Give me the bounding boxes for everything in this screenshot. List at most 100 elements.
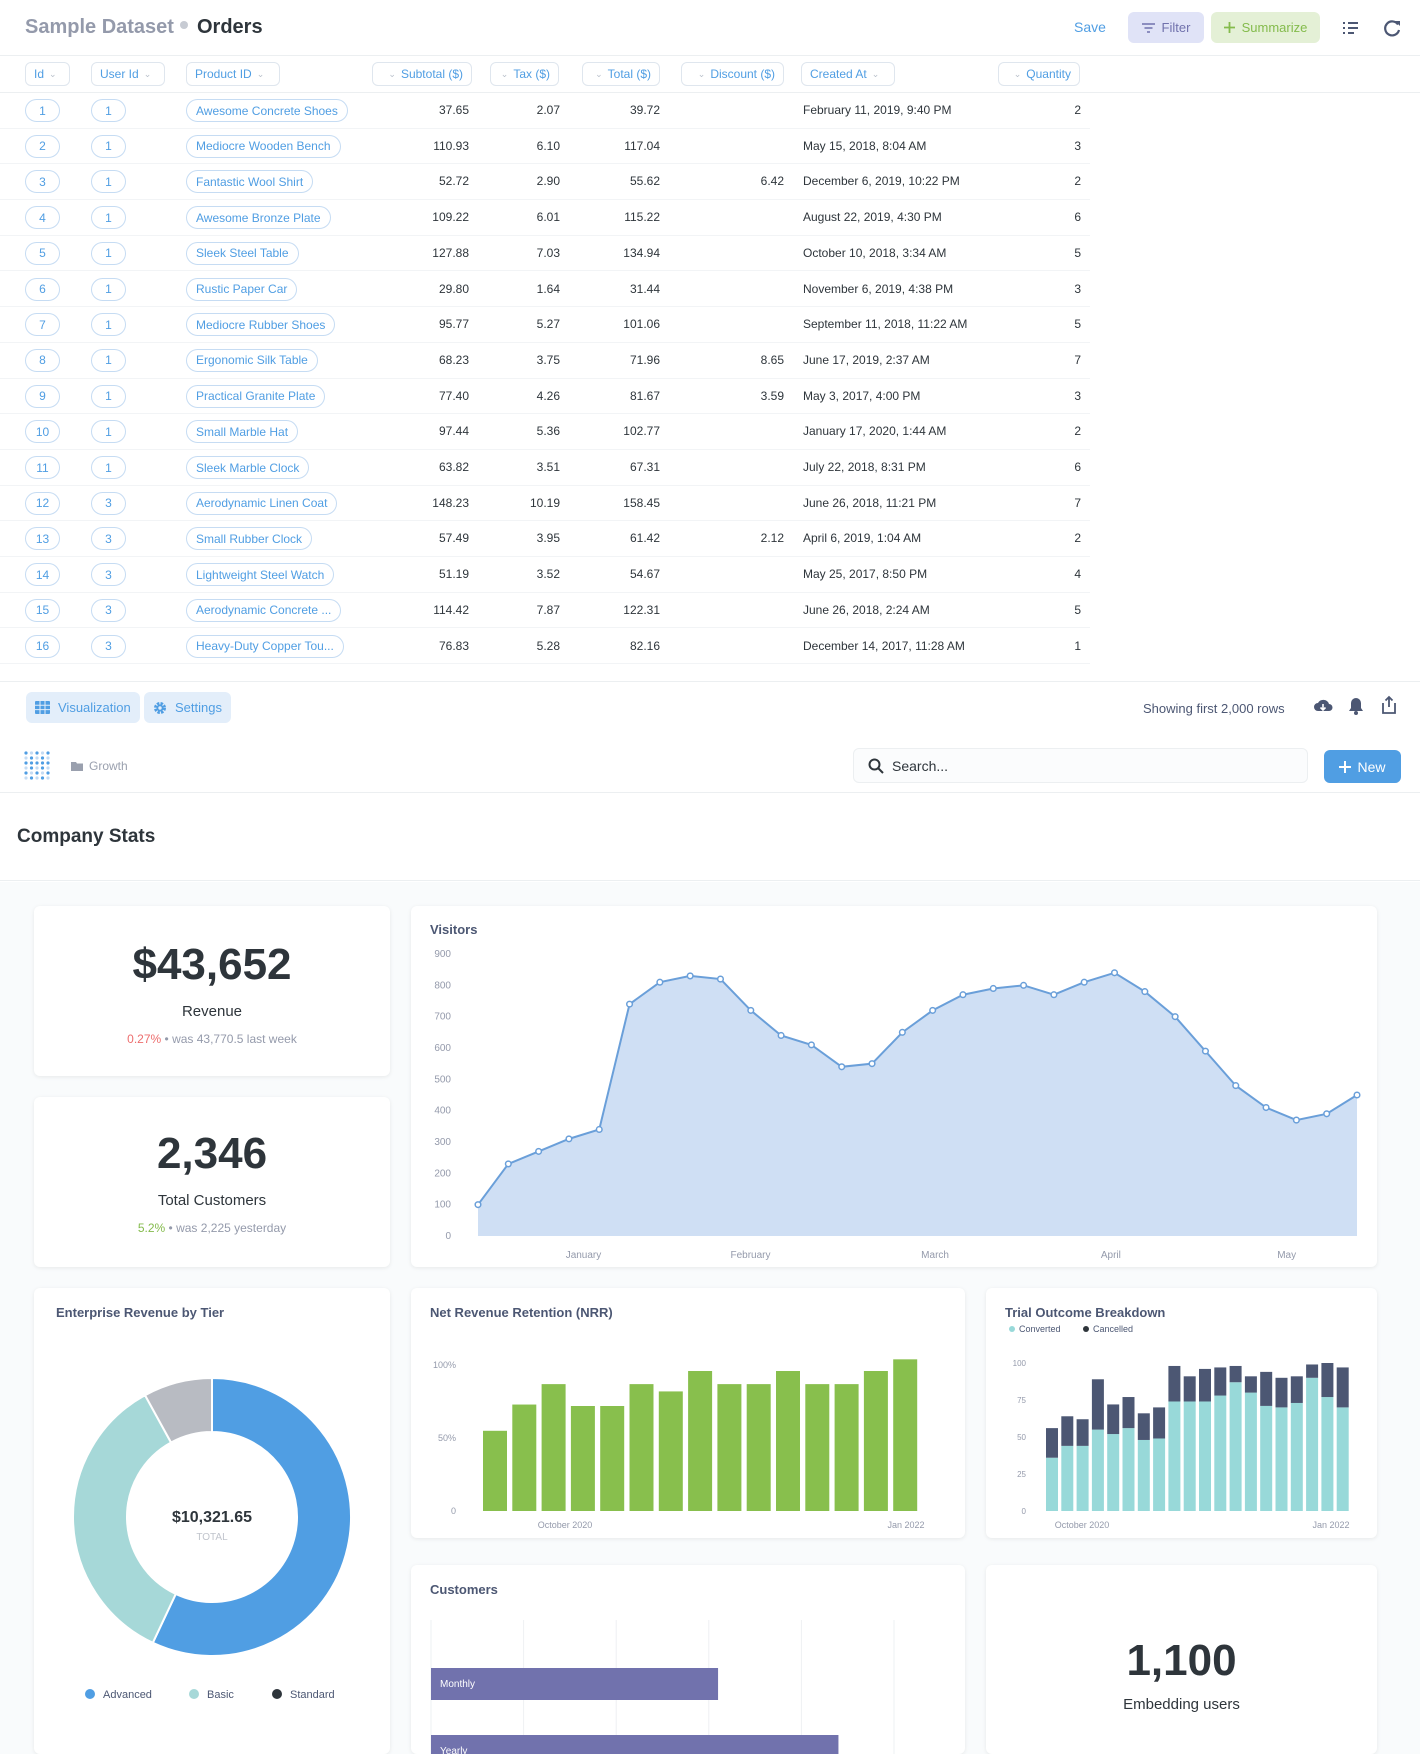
converted-bar[interactable]	[1091, 1429, 1104, 1511]
cancelled-bar[interactable]	[1061, 1416, 1074, 1446]
visitors-point[interactable]	[989, 984, 997, 993]
converted-bar[interactable]	[1214, 1395, 1227, 1511]
converted-bar[interactable]	[1076, 1445, 1089, 1511]
converted-bar[interactable]	[1168, 1401, 1181, 1511]
cancelled-bar[interactable]	[1275, 1377, 1288, 1408]
visitors-point[interactable]	[777, 1031, 785, 1040]
converted-bar[interactable]	[1275, 1407, 1288, 1511]
cancelled-bar[interactable]	[1046, 1428, 1058, 1458]
table-row[interactable]: 14 3 Lightweight Steel Watch 51.19 3.52 54.67…	[0, 557, 1090, 593]
visitors-point[interactable]	[1232, 1082, 1240, 1090]
product-link[interactable]: Aerodynamic Concrete ...	[186, 598, 342, 622]
table-row[interactable]: 1 1 Awesome Concrete Shoes 37.65 2.07 39.72 Fe…	[0, 93, 1090, 129]
id-link[interactable]: 15	[25, 598, 60, 622]
cancelled-bar[interactable]	[1244, 1376, 1257, 1393]
table-row[interactable]: 8 1 Ergonomic Silk Table 68.23 3.75 71.96 8.65…	[0, 343, 1090, 379]
product-link[interactable]: Sleek Steel Table	[186, 241, 299, 265]
nrr-bar[interactable]	[863, 1371, 888, 1511]
visitors-point[interactable]	[1262, 1103, 1270, 1112]
user-id-link[interactable]: 1	[91, 277, 126, 301]
table-row[interactable]: 10 1 Small Marble Hat 97.44 5.36 102.77 Januar…	[0, 414, 1090, 450]
user-id-link[interactable]: 1	[91, 99, 126, 122]
user-id-link[interactable]: 1	[91, 456, 126, 479]
column-header-product-id[interactable]: Product ID ⌄	[186, 62, 280, 86]
nrr-bar[interactable]	[717, 1384, 742, 1511]
table-row[interactable]: 5 1 Sleek Steel Table 127.88 7.03 134.94 Octob…	[0, 236, 1090, 272]
id-link[interactable]: 8	[25, 348, 60, 372]
cancelled-bar[interactable]	[1168, 1365, 1181, 1402]
table-row[interactable]: 16 3 Heavy-Duty Copper Tou... 76.83 5.28 82.1…	[0, 629, 1090, 665]
cancelled-bar[interactable]	[1091, 1379, 1104, 1430]
converted-bar[interactable]	[1183, 1401, 1196, 1511]
table-row-partial[interactable]	[0, 664, 1090, 681]
nrr-bar[interactable]	[893, 1359, 918, 1511]
converted-bar[interactable]	[1046, 1457, 1058, 1511]
visitors-point[interactable]	[807, 1041, 815, 1049]
nrr-card[interactable]: Net Revenue Retention (NRR) 0 50% 100% Octo…	[411, 1288, 965, 1538]
id-link[interactable]: 13	[25, 527, 60, 551]
visitors-point[interactable]	[1110, 969, 1119, 977]
id-link[interactable]: 12	[25, 491, 60, 515]
table-row[interactable]: 11 1 Sleek Marble Clock 63.82 3.51 67.31 July …	[0, 450, 1090, 486]
collection-breadcrumb[interactable]: Growth	[71, 759, 128, 773]
visitors-point[interactable]	[1201, 1047, 1209, 1055]
user-id-link[interactable]: 1	[91, 348, 126, 372]
nrr-bar[interactable]	[600, 1406, 625, 1511]
table-row[interactable]: 6 1 Rustic Paper Car 29.80 1.64 31.44 November…	[0, 272, 1090, 308]
cancelled-bar[interactable]	[1107, 1404, 1120, 1435]
dataset-breadcrumb[interactable]: Sample Dataset	[25, 16, 174, 39]
converted-bar[interactable]	[1306, 1377, 1319, 1511]
visitors-point[interactable]	[1353, 1091, 1361, 1099]
customers-scalar-card[interactable]: 2,346 Total Customers 5.2% • was 2,225 y…	[34, 1097, 390, 1267]
user-id-link[interactable]: 3	[91, 527, 126, 551]
nrr-bar[interactable]	[834, 1384, 859, 1511]
column-header-quantity[interactable]: ⌄ Quantity	[998, 62, 1080, 86]
user-id-link[interactable]: 3	[91, 634, 126, 658]
cancelled-bar[interactable]	[1137, 1413, 1150, 1440]
user-id-link[interactable]: 1	[91, 384, 126, 408]
visitors-point[interactable]	[595, 1125, 603, 1134]
converted-bar[interactable]	[1229, 1382, 1242, 1511]
filter-button[interactable]: Filter	[1128, 12, 1204, 43]
user-id-link[interactable]: 3	[91, 563, 126, 587]
product-link[interactable]: Practical Granite Plate	[186, 384, 326, 408]
cancelled-bar[interactable]	[1306, 1364, 1319, 1378]
user-id-link[interactable]: 1	[91, 420, 126, 444]
cancelled-bar[interactable]	[1199, 1368, 1211, 1402]
column-header-discount[interactable]: ⌄ Discount ($)	[681, 62, 784, 86]
visitors-point[interactable]	[474, 1201, 482, 1209]
converted-bar[interactable]	[1153, 1438, 1166, 1511]
cancelled-bar[interactable]	[1321, 1363, 1334, 1398]
nrr-bar[interactable]	[776, 1371, 800, 1511]
cancelled-bar[interactable]	[1260, 1371, 1273, 1406]
refresh-icon[interactable]	[1382, 18, 1402, 38]
product-link[interactable]: Sleek Marble Clock	[186, 456, 310, 479]
product-link[interactable]: Awesome Concrete Shoes	[186, 99, 348, 122]
visitors-point[interactable]	[535, 1147, 543, 1155]
cancelled-bar[interactable]	[1229, 1365, 1242, 1383]
id-link[interactable]: 3	[25, 170, 60, 194]
search-input[interactable]: Search...	[853, 748, 1308, 783]
visitors-point[interactable]	[898, 1028, 906, 1036]
visitors-point[interactable]	[716, 975, 725, 983]
visitors-point[interactable]	[1080, 978, 1088, 986]
product-link[interactable]: Rustic Paper Car	[186, 277, 298, 301]
visitors-point[interactable]	[1020, 981, 1028, 989]
product-link[interactable]: Small Marble Hat	[186, 420, 299, 444]
summarize-button[interactable]: Summarize	[1211, 12, 1320, 43]
id-link[interactable]: 6	[25, 277, 60, 301]
tier-revenue-card[interactable]: Enterprise Revenue by Tier $10,321.65 TOT…	[34, 1288, 390, 1754]
visualization-button[interactable]: Visualization	[26, 692, 140, 723]
user-id-link[interactable]: 3	[91, 491, 126, 515]
user-id-link[interactable]: 1	[91, 170, 126, 194]
visitors-point[interactable]	[1141, 988, 1149, 996]
column-header-tax[interactable]: ⌄ Tax ($)	[490, 62, 559, 86]
converted-bar[interactable]	[1260, 1405, 1273, 1511]
visitors-point[interactable]	[959, 991, 967, 999]
product-link[interactable]: Heavy-Duty Copper Tou...	[186, 634, 344, 658]
visitors-point[interactable]	[1323, 1110, 1331, 1118]
cancelled-bar[interactable]	[1153, 1407, 1166, 1439]
converted-bar[interactable]	[1061, 1445, 1074, 1511]
id-link[interactable]: 9	[25, 384, 60, 408]
converted-bar[interactable]	[1137, 1439, 1150, 1511]
